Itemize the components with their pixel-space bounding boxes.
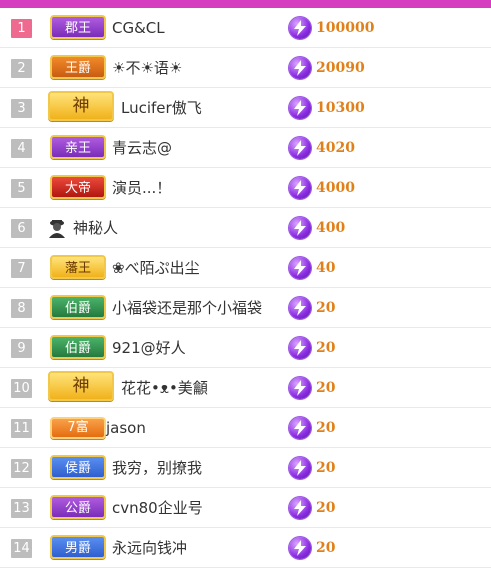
rank-number: 8 [11, 299, 32, 318]
lightning-bolt-icon [289, 497, 311, 519]
leaderboard-row[interactable]: 4 亲王 青云志@ 4020 [0, 128, 491, 168]
rank-number: 1 [11, 19, 32, 38]
rank-badge: 郡王 [50, 15, 106, 39]
user-name[interactable]: 永远向钱冲 [112, 528, 187, 568]
score-value: 20090 [316, 60, 365, 76]
leaderboard-list: 1 郡王 CG&CL 100000 2 王爵 ☀不☀语☀ 20090 3 神 L… [0, 8, 491, 568]
score-value: 20 [316, 460, 336, 476]
score-value: 20 [316, 540, 336, 556]
rank-badge: 伯爵 [50, 295, 106, 319]
lightning-bolt-icon [289, 57, 311, 79]
lightning-bolt-icon [289, 337, 311, 359]
score-value: 20 [316, 380, 336, 396]
top-accent-bar [0, 0, 491, 8]
score-value: 100000 [316, 20, 375, 36]
score-value: 4020 [316, 140, 355, 156]
leaderboard-row[interactable]: 12 侯爵 我穷，别撩我 20 [0, 448, 491, 488]
rank-badge: 男爵 [50, 535, 106, 559]
lightning-bolt-icon [289, 177, 311, 199]
leaderboard-row[interactable]: 6 神秘人 400 [0, 208, 491, 248]
user-name[interactable]: ☀不☀语☀ [112, 48, 182, 88]
mystery-person-icon [48, 218, 66, 238]
user-name[interactable]: 我穷，别撩我 [112, 448, 202, 488]
user-name[interactable]: 小福袋还是那个小福袋 [112, 288, 262, 328]
rank-number: 5 [11, 179, 32, 198]
leaderboard-row[interactable]: 14 男爵 永远向钱冲 20 [0, 528, 491, 568]
rank-badge: 侯爵 [50, 455, 106, 479]
rank-badge: 公爵 [50, 495, 106, 519]
lightning-bolt-icon [289, 297, 311, 319]
leaderboard-row[interactable]: 9 伯爵 921@好人 20 [0, 328, 491, 368]
score-value: 40 [316, 260, 336, 276]
rank-number: 7 [11, 259, 32, 278]
rank-badge: 伯爵 [50, 335, 106, 359]
leaderboard-row[interactable]: 7 藩王 ❀べ陌ぷ出尘 40 [0, 248, 491, 288]
lightning-bolt-icon [289, 97, 311, 119]
user-name[interactable]: 青云志@ [112, 128, 172, 168]
leaderboard-row[interactable]: 13 公爵 cvn80企业号 20 [0, 488, 491, 528]
rank-number: 9 [11, 339, 32, 358]
user-name[interactable]: Lucifer傲飞 [121, 88, 202, 128]
score-value: 20 [316, 300, 336, 316]
rank-number: 4 [11, 139, 32, 158]
user-name[interactable]: 921@好人 [112, 328, 186, 368]
lightning-bolt-icon [289, 377, 311, 399]
lightning-bolt-icon [289, 537, 311, 559]
leaderboard-row[interactable]: 5 大帝 演员...！ 4000 [0, 168, 491, 208]
score-value: 10300 [316, 100, 365, 116]
user-name[interactable]: CG&CL [112, 8, 165, 48]
score-value: 400 [316, 220, 346, 236]
leaderboard-row[interactable]: 10 神 花花•ᴥ•美龥 20 [0, 368, 491, 408]
rank-badge: 亲王 [50, 135, 106, 159]
rank-badge: 王爵 [50, 55, 106, 79]
lightning-bolt-icon [289, 457, 311, 479]
score-value: 20 [316, 500, 336, 516]
rank-number: 3 [11, 99, 32, 118]
score-value: 4000 [316, 180, 355, 196]
user-name[interactable]: 花花•ᴥ•美龥 [121, 368, 208, 408]
rank-badge: 神 [48, 371, 114, 401]
leaderboard-row[interactable]: 8 伯爵 小福袋还是那个小福袋 20 [0, 288, 491, 328]
lightning-bolt-icon [289, 137, 311, 159]
rank-badge: 大帝 [50, 175, 106, 199]
score-value: 20 [316, 420, 336, 436]
user-name[interactable]: 神秘人 [73, 208, 118, 248]
lightning-bolt-icon [289, 417, 311, 439]
lightning-bolt-icon [289, 257, 311, 279]
rank-number: 6 [11, 219, 32, 238]
user-name[interactable]: jason [106, 408, 146, 448]
rank-number: 13 [11, 499, 32, 518]
rank-badge: 7富 [50, 417, 106, 439]
leaderboard-row[interactable]: 2 王爵 ☀不☀语☀ 20090 [0, 48, 491, 88]
rank-number: 10 [11, 379, 32, 398]
rank-badge: 藩王 [50, 255, 106, 279]
lightning-bolt-icon [289, 17, 311, 39]
rank-number: 2 [11, 59, 32, 78]
user-name[interactable]: cvn80企业号 [112, 488, 203, 528]
lightning-bolt-icon [289, 217, 311, 239]
leaderboard-row[interactable]: 1 郡王 CG&CL 100000 [0, 8, 491, 48]
rank-badge: 神 [48, 91, 114, 121]
rank-number: 11 [11, 419, 32, 438]
user-name[interactable]: ❀べ陌ぷ出尘 [112, 248, 200, 288]
score-value: 20 [316, 340, 336, 356]
leaderboard-row[interactable]: 3 神 Lucifer傲飞 10300 [0, 88, 491, 128]
rank-number: 12 [11, 459, 32, 478]
user-name[interactable]: 演员...！ [112, 168, 171, 208]
rank-number: 14 [11, 539, 32, 558]
leaderboard-row[interactable]: 11 7富 jason 20 [0, 408, 491, 448]
